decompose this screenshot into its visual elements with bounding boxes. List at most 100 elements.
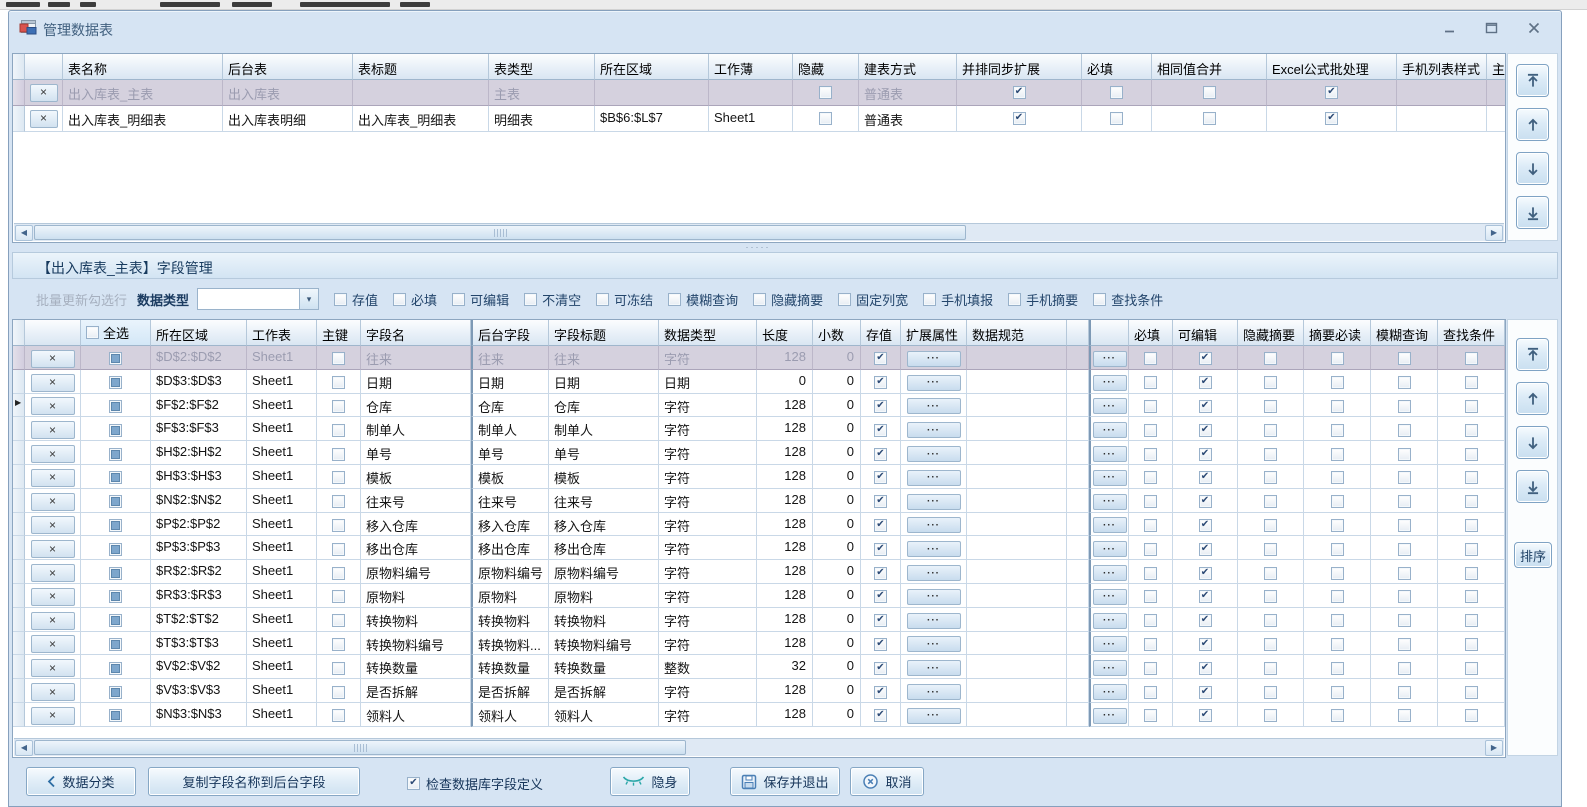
pk-checkbox[interactable] [332,376,345,389]
move-top-button[interactable] [1516,338,1549,371]
cancel-button[interactable]: 取消 [850,767,924,796]
ext-props-button[interactable]: ··· [907,660,961,676]
edit-checkbox[interactable] [1199,590,1212,603]
hide-checkbox[interactable] [1264,662,1277,675]
toolbar-option-checkbox[interactable] [668,293,681,306]
req-checkbox[interactable] [1144,400,1157,413]
ext-props-button[interactable]: ··· [907,351,961,367]
delete-row-button[interactable]: × [31,445,75,463]
save-exit-button[interactable]: 保存并退出 [730,767,840,796]
move-up-button[interactable] [1516,108,1549,141]
edit-checkbox[interactable] [1199,614,1212,627]
scroll-right-icon[interactable]: ▶ [1485,740,1503,756]
check-db-fields-checkbox[interactable]: 检查数据库字段定义 [407,774,543,793]
store-checkbox[interactable] [874,686,887,699]
fuzzy-checkbox[interactable] [1398,495,1411,508]
toolbar-option-checkbox[interactable] [524,293,537,306]
top-hidden-checkbox[interactable] [819,112,832,125]
field-column-header[interactable]: 字段名 [361,320,471,346]
scroll-thumb[interactable] [34,225,966,240]
pk-checkbox[interactable] [332,519,345,532]
ext-props-button[interactable]: ··· [907,565,961,581]
field-column-header[interactable]: 存值 [861,320,901,346]
fuzzy-checkbox[interactable] [1398,638,1411,651]
req-checkbox[interactable] [1144,448,1157,461]
delete-row-button[interactable]: × [31,350,75,368]
pk-checkbox[interactable] [332,662,345,675]
edit-checkbox[interactable] [1199,376,1212,389]
hide-checkbox[interactable] [1264,400,1277,413]
pk-checkbox[interactable] [332,471,345,484]
move-up-button[interactable] [1516,382,1549,415]
read-checkbox[interactable] [1331,448,1344,461]
ext-props-button[interactable]: ··· [907,636,961,652]
delete-row-button[interactable]: × [31,421,75,439]
pk-checkbox[interactable] [332,352,345,365]
read-checkbox[interactable] [1331,424,1344,437]
edit-checkbox[interactable] [1199,448,1212,461]
hide-checkbox[interactable] [1264,424,1277,437]
read-checkbox[interactable] [1331,590,1344,603]
read-checkbox[interactable] [1331,471,1344,484]
toolbar-option[interactable]: 隐藏摘要 [753,290,823,309]
read-checkbox[interactable] [1331,519,1344,532]
fuzzy-checkbox[interactable] [1398,662,1411,675]
store-checkbox[interactable] [874,471,887,484]
hide-checkbox[interactable] [1264,614,1277,627]
store-checkbox[interactable] [874,638,887,651]
table-row[interactable]: ×$N$2:$N$2Sheet1往来号往来号往来号字符1280······ [13,489,1505,513]
fuzzy-checkbox[interactable] [1398,567,1411,580]
delete-row-button[interactable]: × [31,493,75,511]
dialog-titlebar[interactable]: 管理数据表 [9,11,1561,49]
row-select-checkbox[interactable] [109,662,122,675]
req-checkbox[interactable] [1144,471,1157,484]
edit-checkbox[interactable] [1199,709,1212,722]
more-button[interactable]: ··· [1093,613,1127,629]
edit-checkbox[interactable] [1199,352,1212,365]
find-checkbox[interactable] [1465,495,1478,508]
field-column-header[interactable]: 模糊查询 [1371,320,1438,346]
row-select-checkbox[interactable] [109,638,122,651]
table-row[interactable]: ×$H$2:$H$2Sheet1单号单号单号字符1280······ [13,441,1505,465]
find-checkbox[interactable] [1465,686,1478,699]
pk-checkbox[interactable] [332,543,345,556]
toolbar-option-checkbox[interactable] [753,293,766,306]
top-sync-checkbox[interactable] [1013,86,1026,99]
more-button[interactable]: ··· [1093,470,1127,486]
edit-checkbox[interactable] [1199,662,1212,675]
read-checkbox[interactable] [1331,709,1344,722]
more-button[interactable]: ··· [1093,708,1127,724]
ext-props-button[interactable]: ··· [907,708,961,724]
more-button[interactable]: ··· [1093,565,1127,581]
more-button[interactable]: ··· [1093,422,1127,438]
table-row[interactable]: ×$P$2:$P$2Sheet1移入仓库移入仓库移入仓库字符1280······ [13,513,1505,537]
read-checkbox[interactable] [1331,400,1344,413]
datatype-dropdown[interactable]: ▾ [197,288,319,310]
pk-checkbox[interactable] [332,638,345,651]
toolbar-option-checkbox[interactable] [923,293,936,306]
row-select-checkbox[interactable] [109,400,122,413]
row-select-checkbox[interactable] [109,495,122,508]
store-checkbox[interactable] [874,495,887,508]
top-merge-checkbox[interactable] [1203,86,1216,99]
row-select-checkbox[interactable] [109,352,122,365]
table-row[interactable]: ×$V$2:$V$2Sheet1转换数量转换数量转换数量整数320······ [13,655,1505,679]
edit-checkbox[interactable] [1199,543,1212,556]
req-checkbox[interactable] [1144,376,1157,389]
store-checkbox[interactable] [874,662,887,675]
toolbar-option-checkbox[interactable] [452,293,465,306]
fuzzy-checkbox[interactable] [1398,686,1411,699]
delete-row-button[interactable]: × [31,469,75,487]
top-merge-checkbox[interactable] [1203,112,1216,125]
row-select-checkbox[interactable] [109,590,122,603]
field-column-header[interactable]: 字段标题 [549,320,659,346]
top-excel-checkbox[interactable] [1325,86,1338,99]
ext-props-button[interactable]: ··· [907,517,961,533]
row-select-checkbox[interactable] [109,448,122,461]
fuzzy-checkbox[interactable] [1398,590,1411,603]
select-all-checkbox[interactable] [86,326,99,339]
delete-row-button[interactable]: × [31,397,75,415]
req-checkbox[interactable] [1144,686,1157,699]
toolbar-option[interactable]: 手机摘要 [1008,290,1078,309]
fuzzy-checkbox[interactable] [1398,614,1411,627]
